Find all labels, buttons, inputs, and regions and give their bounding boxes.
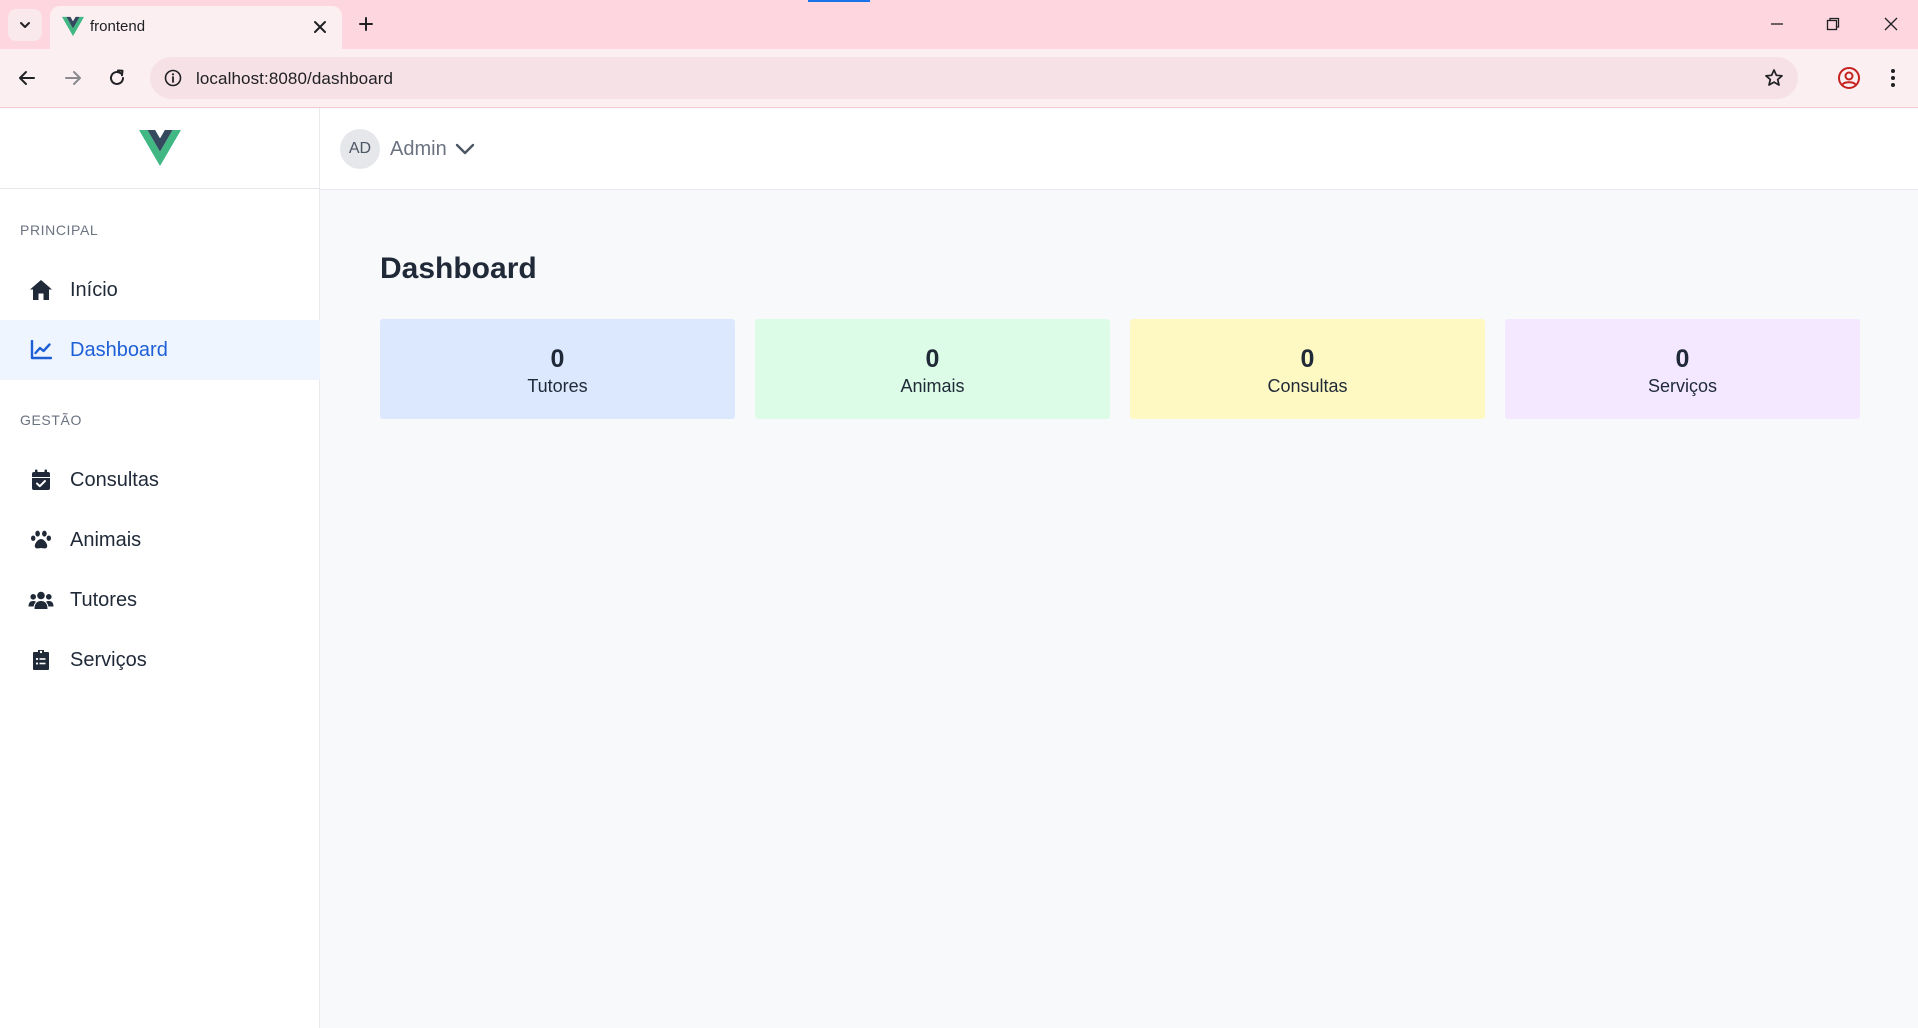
arrow-right-icon	[65, 71, 81, 85]
url-text[interactable]: localhost:8080/dashboard	[196, 69, 393, 89]
sidebar: PRINCIPAL Início Dashboard GESTÃO Consul…	[0, 108, 320, 1028]
close-icon	[314, 21, 326, 33]
sidebar-item-animais[interactable]: Animais	[0, 510, 320, 570]
vue-logo-icon	[139, 130, 181, 166]
browser-menu-button[interactable]	[1876, 61, 1910, 95]
section-title-gestao: GESTÃO	[20, 412, 82, 428]
vue-favicon-icon	[62, 16, 84, 37]
top-header: AD Admin	[320, 108, 1918, 190]
arrow-left-icon	[19, 71, 35, 85]
stat-card-servicos: 0 Serviços	[1505, 319, 1860, 419]
stat-value: 0	[925, 345, 940, 373]
stat-label: Consultas	[1267, 376, 1348, 396]
stat-value: 0	[1300, 345, 1315, 373]
sidebar-item-label: Serviços	[70, 649, 147, 671]
calendar-check-icon	[28, 468, 54, 492]
minimize-icon	[1771, 23, 1783, 25]
stat-label: Serviços	[1647, 376, 1718, 396]
profile-button[interactable]	[1832, 61, 1866, 95]
sidebar-item-label: Consultas	[70, 469, 159, 491]
users-icon	[28, 588, 54, 612]
sidebar-logo[interactable]	[0, 108, 320, 189]
address-bar[interactable]: localhost:8080/dashboard	[150, 57, 1798, 99]
bookmark-star-icon[interactable]	[1762, 66, 1786, 90]
avatar[interactable]: AD	[340, 129, 380, 169]
stat-card-animais: 0 Animais	[755, 319, 1110, 419]
site-info-icon[interactable]	[162, 67, 184, 89]
sidebar-item-label: Animais	[70, 529, 142, 551]
tab-title: frontend	[90, 18, 146, 35]
sidebar-item-label: Dashboard	[70, 339, 168, 361]
close-window-button[interactable]	[1870, 8, 1912, 40]
restore-button[interactable]	[1812, 8, 1854, 40]
plus-icon	[359, 17, 373, 31]
tab-search-button[interactable]	[8, 9, 42, 41]
stat-value: 0	[1675, 345, 1690, 373]
section-title-principal: PRINCIPAL	[20, 222, 99, 238]
sidebar-item-consultas[interactable]: Consultas	[0, 450, 320, 510]
stat-value: 0	[550, 345, 565, 373]
new-tab-button[interactable]	[352, 10, 380, 38]
sidebar-item-label: Início	[70, 279, 118, 301]
browser-toolbar: localhost:8080/dashboard	[0, 49, 1918, 108]
profile-icon	[1838, 67, 1860, 89]
close-icon	[1884, 17, 1898, 31]
user-menu-name[interactable]: Admin	[390, 138, 447, 161]
sidebar-item-label: Tutores	[70, 589, 138, 611]
back-button[interactable]	[10, 61, 44, 95]
stat-label: Tutores	[527, 376, 588, 396]
minimize-button[interactable]	[1756, 8, 1798, 40]
forward-button[interactable]	[56, 61, 90, 95]
sidebar-item-tutores[interactable]: Tutores	[0, 570, 320, 630]
reload-button[interactable]	[100, 61, 134, 95]
tab-close-button[interactable]	[308, 15, 332, 39]
chevron-down-icon[interactable]	[454, 138, 476, 160]
browser-tab-active[interactable]: frontend	[50, 6, 342, 49]
home-icon	[28, 278, 54, 302]
sidebar-item-servicos[interactable]: Serviços	[0, 630, 320, 690]
paw-icon	[28, 528, 54, 552]
chevron-down-icon	[20, 22, 30, 28]
stat-card-tutores: 0 Tutores	[380, 319, 735, 419]
browser-tab-bar: frontend	[0, 0, 1918, 49]
chart-line-icon	[28, 338, 54, 362]
tab-strip-indicator	[808, 0, 870, 2]
page-title: Dashboard	[380, 252, 537, 285]
kebab-menu-icon	[1891, 69, 1895, 87]
sidebar-item-dashboard[interactable]: Dashboard	[0, 320, 320, 380]
reload-icon	[110, 69, 124, 85]
restore-icon	[1826, 17, 1840, 31]
stat-label: Animais	[900, 376, 965, 396]
clipboard-list-icon	[28, 648, 54, 672]
stat-card-consultas: 0 Consultas	[1130, 319, 1485, 419]
sidebar-item-inicio[interactable]: Início	[0, 260, 320, 320]
